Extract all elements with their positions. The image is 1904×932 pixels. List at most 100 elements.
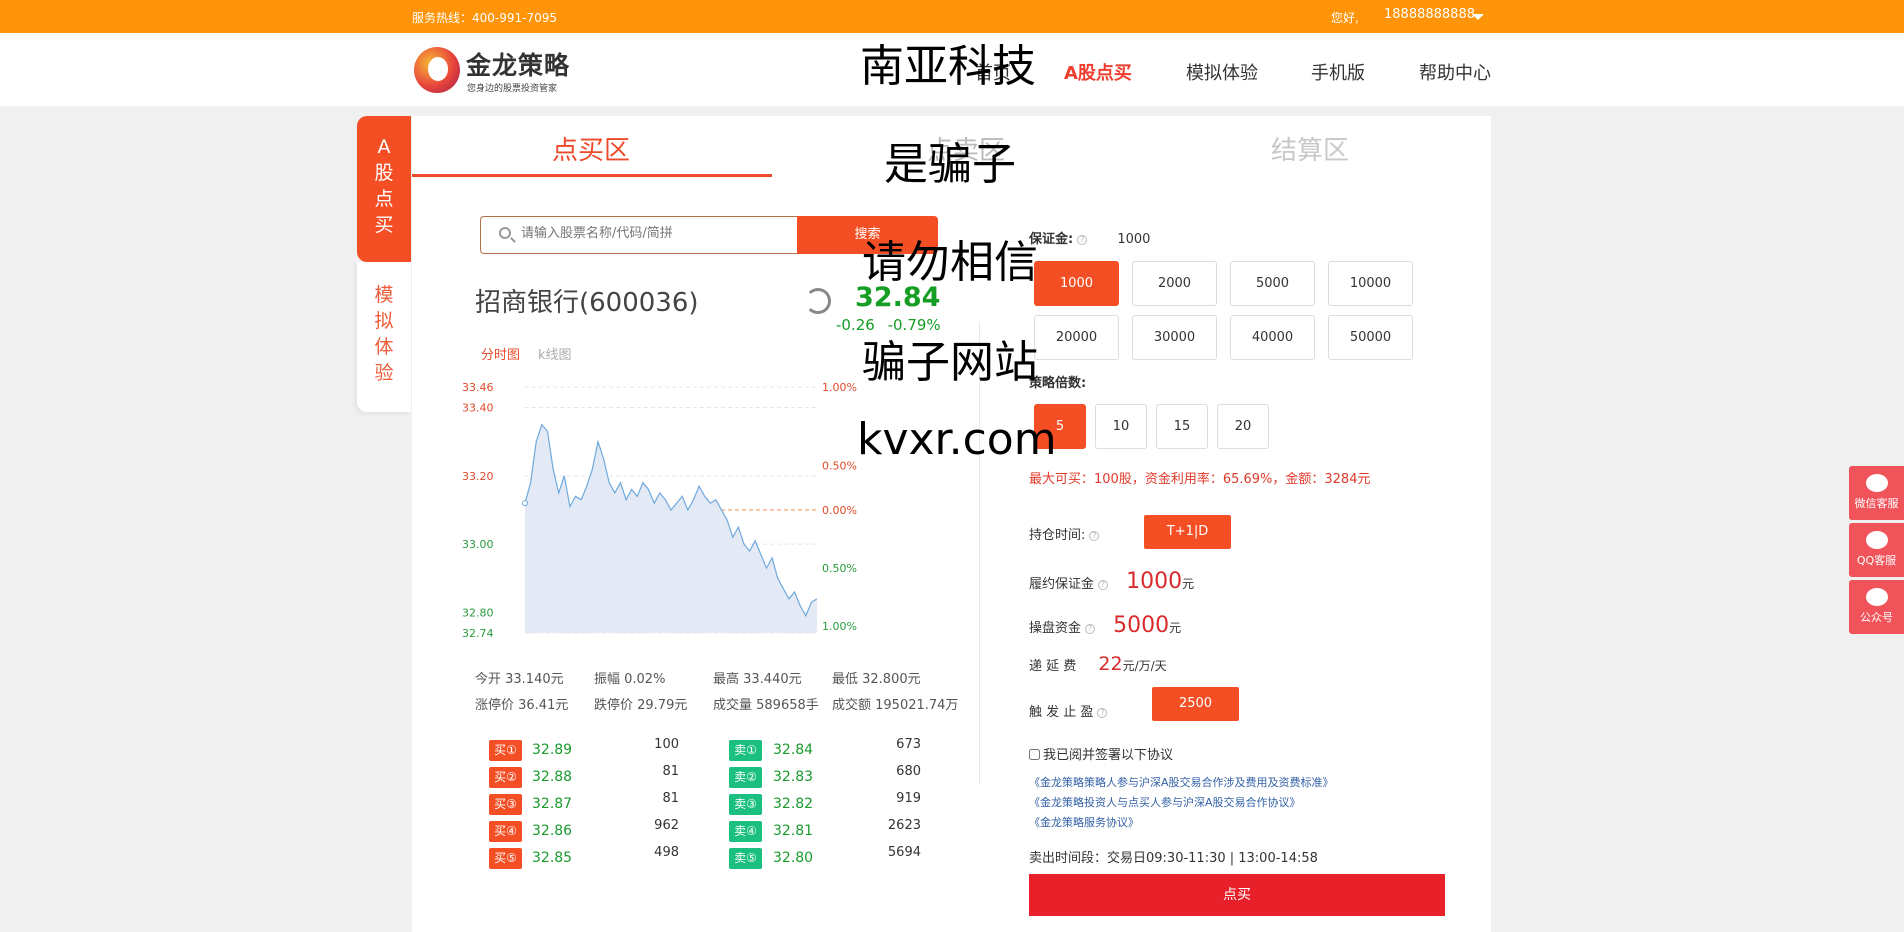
buy-volume: 100 [654, 737, 679, 752]
nav-mobile[interactable]: 手机版 [1311, 59, 1365, 85]
top-bar: 服务热线：400-991-7095 您好, 18888888888 [0, 0, 1904, 33]
agreement-link[interactable]: 《金龙策略服务协议》 [1029, 814, 1139, 830]
nav-simulation[interactable]: 模拟体验 [1186, 59, 1258, 85]
qq-service-button[interactable]: QQ客服 [1849, 523, 1904, 577]
side-tab-char: 体 [374, 336, 394, 358]
buy-volume: 81 [662, 764, 679, 779]
margin-option[interactable]: 10000 [1328, 261, 1413, 306]
stat-high: 最高 33.440元 [713, 672, 802, 687]
order-book-row: 买④ 32.86 962 卖④ 32.81 2623 [489, 818, 949, 843]
agreement-checkbox-row[interactable]: 我已阅并签署以下协议 [1029, 744, 1173, 763]
sell-tag: 卖④ [729, 821, 762, 842]
margin-option[interactable]: 1000 [1034, 261, 1119, 306]
sell-price: 32.84 [773, 742, 814, 758]
sell-tag: 卖③ [729, 794, 762, 815]
nav-help[interactable]: 帮助中心 [1419, 59, 1491, 85]
tab-intraday-chart[interactable]: 分时图 [481, 344, 520, 363]
stock-name: 招商银行(600036) [475, 288, 699, 318]
buy-tag: 买④ [489, 821, 522, 842]
multiple-option[interactable]: 15 [1156, 404, 1208, 449]
nav-a-share-buy[interactable]: A股点买 [1064, 59, 1132, 85]
margin-option[interactable]: 5000 [1230, 261, 1315, 306]
wechat-service-button[interactable]: 微信客服 [1849, 466, 1904, 520]
y-tick-label: 33.46 [462, 381, 494, 394]
watermark-text: 骗子网站 [862, 337, 1038, 388]
logo-title[interactable]: 金龙策略 [466, 46, 570, 82]
y-tick-label: 33.40 [462, 402, 494, 415]
order-book-row: 买① 32.89 100 卖① 32.84 673 [489, 737, 949, 762]
y-tick-label-right: 0.50% [822, 562, 857, 575]
price-area [525, 424, 817, 633]
margin-value: 1000 [1117, 232, 1151, 247]
buy-volume: 962 [654, 818, 679, 833]
greeting: 您好, [1331, 11, 1359, 25]
side-tab-char: 点 [374, 188, 394, 210]
sell-volume: 919 [896, 791, 921, 806]
logo-icon[interactable] [414, 47, 460, 93]
side-tab-char: 股 [374, 162, 394, 184]
side-tab-char: 拟 [374, 310, 394, 332]
side-tab-a-share[interactable]: A 股 点 买 [357, 116, 411, 262]
y-tick-label-right: 1.00% [822, 381, 857, 394]
sell-tag: 卖② [729, 767, 762, 788]
wechat-icon [1865, 588, 1888, 606]
help-icon[interactable]: ? [1098, 579, 1109, 590]
perf-margin-row: 履约保证金? 1000元 [1029, 569, 1194, 594]
service-label: 公众号 [1860, 611, 1893, 624]
refresh-icon[interactable] [805, 288, 831, 314]
margin-option[interactable]: 30000 [1132, 315, 1217, 360]
side-tab-simulation[interactable]: 模 拟 体 验 [357, 262, 411, 412]
sell-price: 32.83 [773, 769, 814, 785]
order-book-row: 买② 32.88 81 卖② 32.83 680 [489, 764, 949, 789]
help-icon[interactable]: ? [1097, 707, 1108, 718]
multiple-option[interactable]: 10 [1095, 404, 1147, 449]
help-icon[interactable]: ? [1085, 623, 1096, 634]
official-account-button[interactable]: 公众号 [1849, 580, 1904, 634]
watermark-text: 请勿相信 [862, 237, 1038, 288]
hold-time-button[interactable]: T+1|D [1144, 515, 1231, 549]
logo-subtitle: 您身边的股票投资管家 [467, 84, 558, 94]
buy-submit-button[interactable]: 点买 [1029, 874, 1445, 916]
user-account[interactable]: 18888888888 [1384, 7, 1475, 22]
tab-settle-area[interactable]: 结算区 [1271, 130, 1349, 167]
margin-option[interactable]: 20000 [1034, 315, 1119, 360]
delay-fee-label: 递 延 费 [1029, 659, 1077, 674]
margin-option[interactable]: 40000 [1230, 315, 1315, 360]
y-tick-label-right: 1.00% [822, 620, 857, 633]
buy-price: 32.88 [532, 769, 573, 785]
active-tab-underline [412, 174, 772, 177]
operating-fund-row: 操盘资金? 5000元 [1029, 613, 1181, 638]
sell-volume: 5694 [887, 845, 921, 860]
tab-kline-chart[interactable]: k线图 [538, 344, 572, 363]
stat-limit-down: 跌停价 29.79元 [594, 698, 688, 713]
take-profit-row: 触 发 止 盈? [1029, 701, 1108, 720]
max-buy-info: 最大可买：100股，资金利用率：65.69%，金额：3284元 [1029, 472, 1371, 487]
help-icon[interactable]: ? [1089, 530, 1100, 541]
margin-label-row: 保证金:? 1000 [1029, 228, 1150, 247]
tab-buy-area[interactable]: 点买区 [552, 130, 630, 167]
take-profit-label: 触 发 止 盈 [1029, 705, 1094, 720]
service-hotline: 服务热线：400-991-7095 [412, 11, 558, 25]
help-icon[interactable]: ? [1077, 234, 1088, 245]
delay-fee-row: 递 延 费 22元/万/天 [1029, 653, 1167, 675]
chevron-down-icon[interactable] [1472, 14, 1484, 20]
stat-amplitude: 振幅 0.02% [594, 672, 666, 687]
margin-option[interactable]: 50000 [1328, 315, 1413, 360]
sell-volume: 673 [896, 737, 921, 752]
delay-fee-value: 22 [1098, 653, 1123, 675]
multiple-option[interactable]: 20 [1217, 404, 1269, 449]
agreement-checkbox[interactable] [1029, 749, 1040, 760]
y-tick-label: 32.80 [462, 607, 494, 620]
stat-turnover: 成交额 195021.74万 [832, 698, 959, 713]
buy-price: 32.86 [532, 823, 573, 839]
y-tick-label: 32.74 [462, 627, 494, 640]
agreement-link[interactable]: 《金龙策略策略人参与沪深A股交易合作涉及费用及资费标准》 [1029, 774, 1334, 790]
margin-option[interactable]: 2000 [1132, 261, 1217, 306]
sell-price: 32.81 [773, 823, 814, 839]
take-profit-button[interactable]: 2500 [1152, 687, 1239, 721]
sell-tag: 卖⑤ [729, 848, 762, 869]
agreement-link[interactable]: 《金龙策略投资人与点买人参与沪深A股交易合作协议》 [1029, 794, 1301, 810]
perf-margin-label: 履约保证金 [1029, 577, 1095, 592]
qq-icon [1865, 531, 1888, 549]
search-input[interactable] [521, 226, 781, 241]
